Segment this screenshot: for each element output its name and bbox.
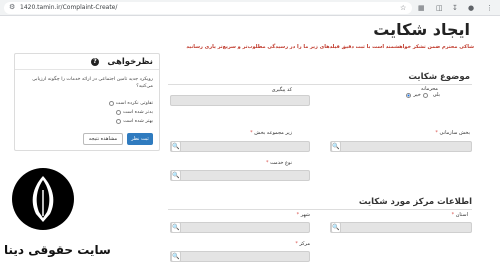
- survey-option[interactable]: بدتر شده است: [116, 110, 153, 115]
- search-icon[interactable]: 🔍: [171, 141, 181, 152]
- required-mark: *: [451, 212, 455, 218]
- watermark-logo: [12, 168, 74, 230]
- province-label-text: استان: [455, 212, 468, 218]
- search-icon[interactable]: 🔍: [171, 170, 181, 181]
- search-icon[interactable]: 🔍: [171, 251, 181, 262]
- more-icon[interactable]: ⋮: [486, 3, 493, 13]
- survey-card-header: نظرخواهی ?: [15, 54, 159, 70]
- survey-option-radio[interactable]: [116, 119, 122, 124]
- city-input[interactable]: 🔍: [170, 222, 310, 233]
- city-label-text: شهر: [300, 212, 310, 218]
- required-mark: *: [250, 130, 253, 136]
- section-divider: [168, 209, 472, 210]
- center-label-text: مرکز: [299, 241, 310, 247]
- profile-icon[interactable]: ●: [468, 3, 474, 13]
- notice-text: شاکی محترم ضمن تشکر خواهشمند است با ثبت …: [186, 44, 474, 50]
- survey-option-label: تفاوتی نکرده است: [115, 101, 153, 106]
- browser-toolbar: ⚙ 1420.tamin.ir/Complaint-Create/ ☆ ▦ ◫ …: [0, 0, 500, 16]
- help-icon: ?: [91, 58, 99, 66]
- watermark-text: سایت حقوقی دینا: [4, 243, 111, 257]
- url-text: 1420.tamin.ir/Complaint-Create/: [20, 4, 118, 11]
- search-icon[interactable]: 🔍: [331, 222, 341, 233]
- survey-title: نظرخواهی: [107, 57, 153, 67]
- required-mark: *: [266, 160, 269, 166]
- center-input[interactable]: 🔍: [170, 251, 310, 262]
- org-section-label: بخش سازمانی *: [435, 130, 470, 136]
- sub-section-label-text: زیر مجموعه بخش: [254, 130, 292, 136]
- org-section-input[interactable]: 🔍: [330, 141, 472, 152]
- pen-nib-icon: [32, 176, 54, 222]
- survey-question: رویکرد جدید تامین اجتماعی در ارائه خدمات…: [32, 77, 153, 89]
- sidebar-icon[interactable]: ◫: [436, 3, 443, 13]
- radio-yes[interactable]: [422, 92, 428, 98]
- radio-no-label: خیر: [413, 92, 421, 98]
- province-input[interactable]: 🔍: [330, 222, 472, 233]
- survey-card: نظرخواهی ? رویکرد جدید تامین اجتماعی در …: [14, 53, 160, 151]
- sub-section-input[interactable]: 🔍: [170, 141, 310, 152]
- center-label: مرکز *: [295, 241, 310, 247]
- survey-option-radio[interactable]: [116, 110, 121, 115]
- radio-yes-label: بلی: [432, 92, 440, 98]
- page-title: ایجاد شکایت: [373, 20, 470, 39]
- section-title-center: اطلاعات مرکز مورد شکایت: [358, 197, 472, 207]
- star-icon[interactable]: ☆: [400, 3, 406, 13]
- required-mark: *: [435, 130, 438, 136]
- section-title-subject: موضوع شکایت: [408, 72, 470, 82]
- submit-vote-button[interactable]: ثبت نظر: [127, 133, 153, 145]
- service-type-input[interactable]: 🔍: [170, 170, 310, 181]
- tracking-code-input[interactable]: [170, 95, 310, 106]
- search-icon[interactable]: 🔍: [171, 222, 181, 233]
- section-divider: [168, 84, 472, 85]
- city-label: شهر *: [297, 212, 310, 218]
- sub-section-label: زیر مجموعه بخش *: [250, 130, 292, 136]
- radio-no[interactable]: [406, 92, 412, 98]
- survey-option-label: بهتر شده است: [123, 119, 153, 124]
- survey-option[interactable]: تفاوتی نکرده است: [108, 101, 153, 106]
- search-icon[interactable]: 🔍: [331, 141, 341, 152]
- survey-option[interactable]: بهتر شده است: [116, 119, 153, 124]
- required-mark: *: [296, 212, 300, 218]
- view-results-button[interactable]: مشاهده نتیجه: [83, 133, 123, 145]
- service-type-label: نوع خدمت *: [266, 160, 292, 166]
- survey-option-label: بدتر شده است: [123, 110, 153, 115]
- puzzle-icon[interactable]: ▦: [418, 3, 425, 13]
- survey-option-radio[interactable]: [108, 101, 114, 106]
- address-bar[interactable]: ⚙ 1420.tamin.ir/Complaint-Create/: [4, 2, 412, 14]
- org-section-label-text: بخش سازمانی: [439, 130, 470, 136]
- required-mark: *: [295, 241, 298, 247]
- site-info-icon[interactable]: ⚙: [9, 3, 15, 11]
- tracking-code-label: کد پیگیری: [271, 87, 292, 93]
- download-icon[interactable]: ↧: [452, 3, 458, 13]
- service-type-label-text: نوع خدمت: [270, 160, 292, 166]
- confidential-radio-group: خیر بلی: [406, 92, 440, 98]
- province-label: استان *: [452, 212, 468, 218]
